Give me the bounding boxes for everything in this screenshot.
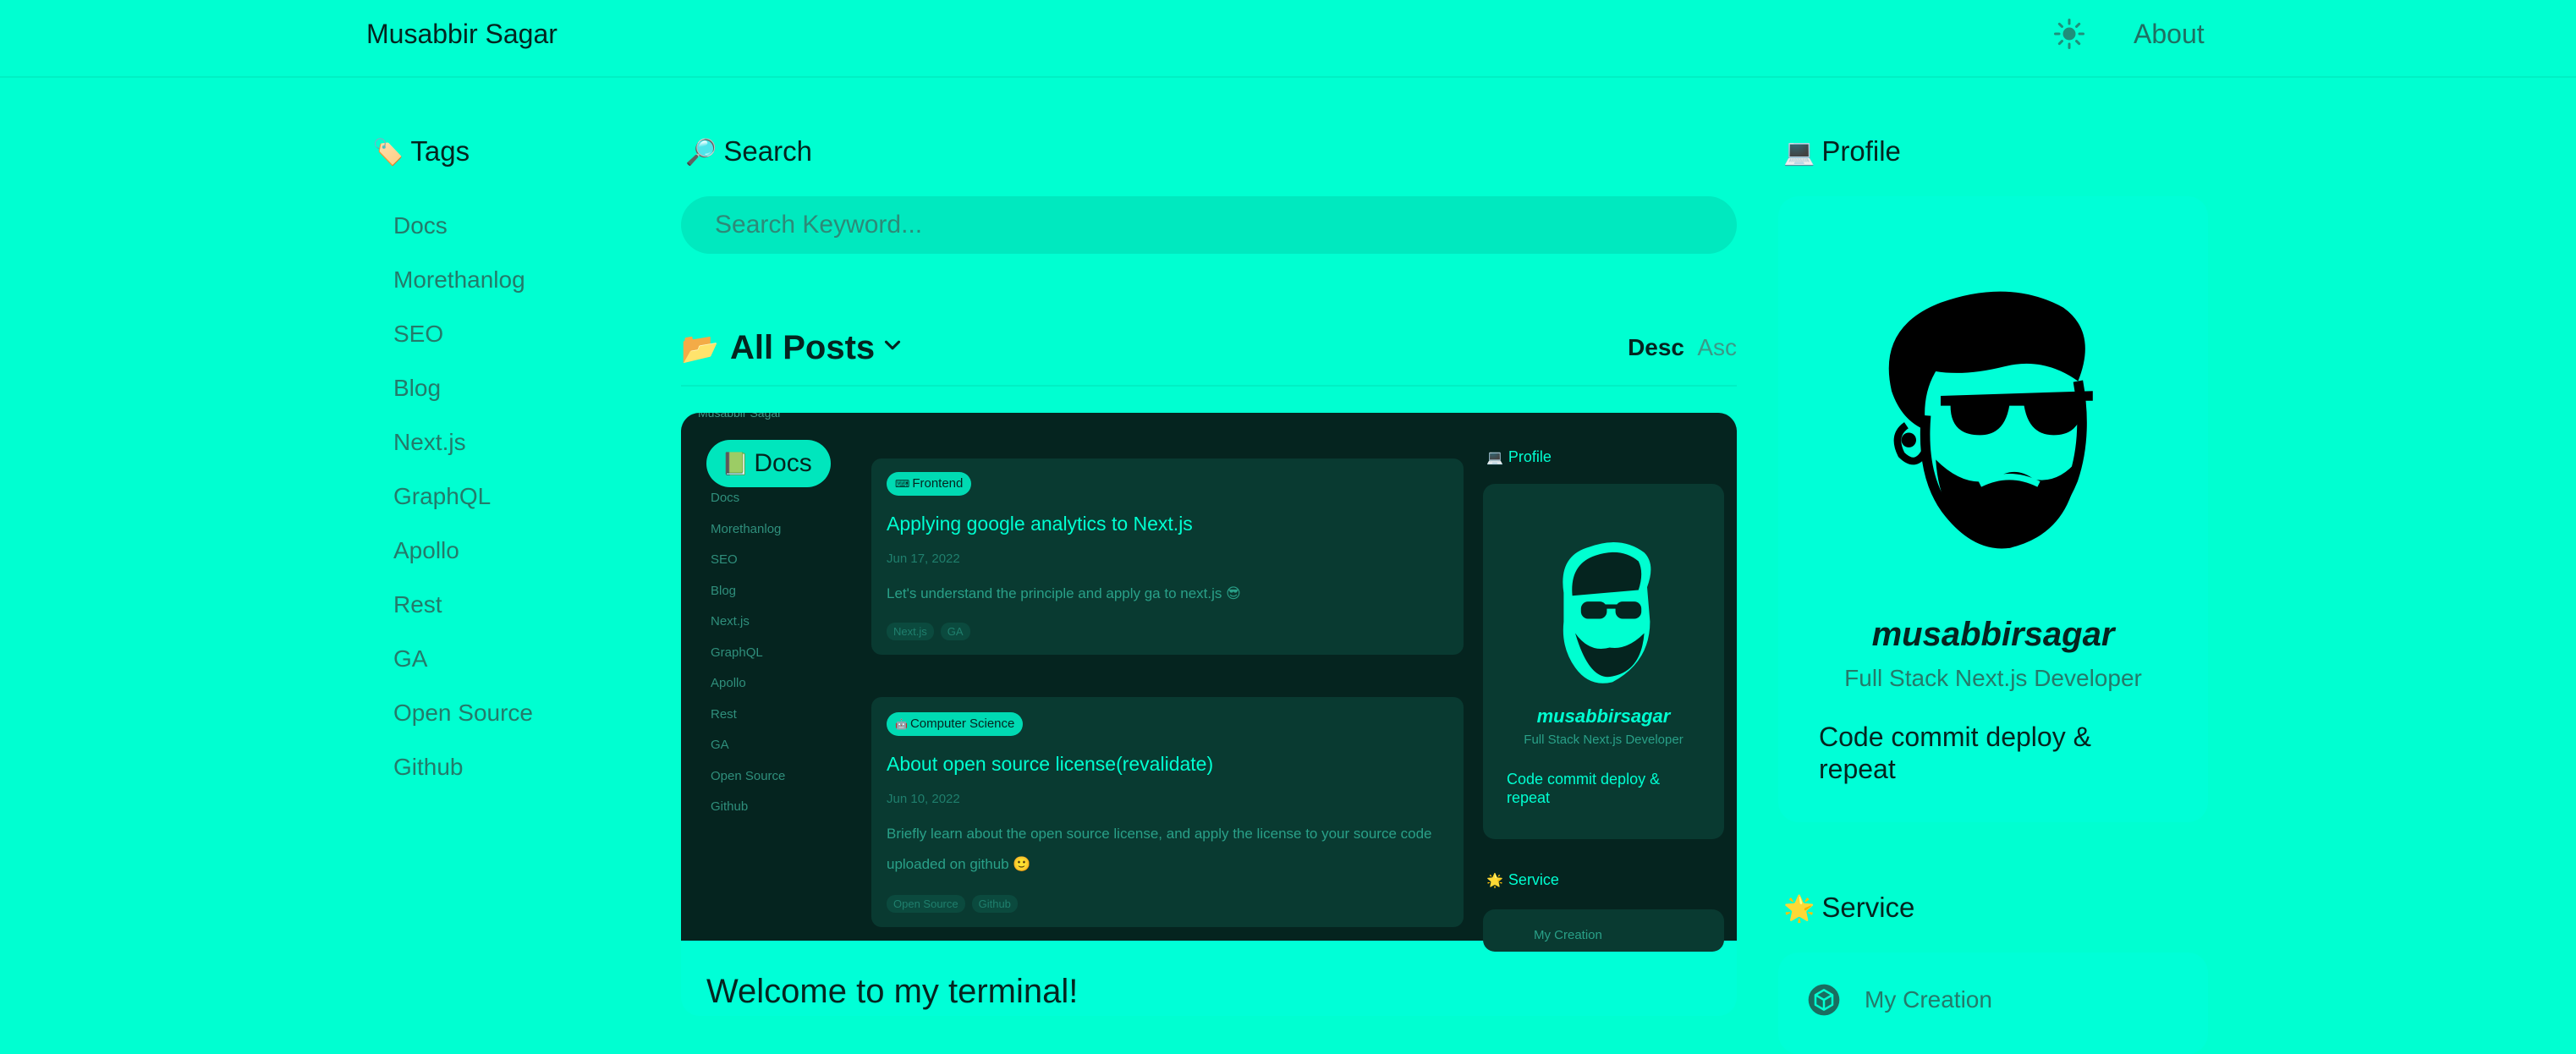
thumbnail-post-tags: Open Source Github	[887, 895, 1024, 913]
tag-item[interactable]: Blog	[393, 374, 533, 428]
sort-asc-button[interactable]: Asc	[1697, 334, 1737, 361]
laptop-icon: 💻	[1486, 449, 1503, 465]
thumbnail-tag: SEO	[711, 552, 738, 567]
thumbnail-post-summary: Briefly learn about the open source lice…	[887, 826, 1432, 872]
post-title[interactable]: Welcome to my terminal!	[706, 973, 1078, 1011]
tag-item[interactable]: GraphQL	[393, 482, 533, 536]
post-category-label: Docs	[754, 449, 812, 477]
book-icon: 📗	[722, 452, 750, 477]
thumbnail-profile-card: musabbirsagar Full Stack Next.js Develop…	[1483, 484, 1724, 839]
thumbnail-post-tags: Next.js GA	[887, 623, 977, 640]
thumbnail-post-title: About open source license(revalidate)	[887, 753, 1214, 775]
thumbnail-profile-name: musabbirsagar	[1536, 705, 1671, 727]
thumbnail-post-date: Jun 17, 2022	[887, 552, 960, 566]
tag-item[interactable]: Docs	[393, 211, 533, 266]
avatar	[1888, 291, 2093, 549]
sun-icon[interactable]	[2054, 19, 2084, 49]
tag-item[interactable]: Morethanlog	[393, 266, 533, 320]
posts-title[interactable]: All Posts	[730, 329, 875, 367]
chevron-down-icon[interactable]	[880, 332, 905, 358]
tags-heading: 🏷️ Tags	[372, 135, 470, 167]
thumbnail-tag: Blog	[711, 583, 737, 598]
thumbnail-tag: Github	[711, 799, 749, 814]
sparkle-icon: 🌟	[1783, 894, 1815, 924]
open-folder-icon: 📂	[681, 332, 719, 366]
tag-item[interactable]: Github	[393, 753, 533, 807]
tag-item[interactable]: Apollo	[393, 536, 533, 590]
thumbnail-profile-role: Full Stack Next.js Developer	[1524, 733, 1683, 747]
top-nav: Musabbir Sagar About	[0, 0, 2576, 78]
thumbnail-tag: Apollo	[711, 676, 746, 690]
tag-item[interactable]: Next.js	[393, 428, 533, 482]
thumbnail-tag: Open Source	[711, 768, 786, 783]
thumbnail-post-summary: Let's understand the principle and apply…	[887, 585, 1241, 601]
thumbnail-brand: Musabbir Sagar	[698, 413, 782, 420]
tag-item[interactable]: SEO	[393, 320, 533, 374]
tag-icon: 🏷️	[372, 138, 404, 167]
keyboard-icon: ⌨	[895, 478, 910, 490]
post-card[interactable]: Musabbir Sagar Docs Morethanlog SEO Blog…	[681, 413, 1737, 1016]
robot-icon: 🤖	[895, 718, 908, 730]
thumbnail-tag: GA	[711, 738, 729, 752]
about-link[interactable]: About	[2134, 19, 2205, 50]
thumbnail-tag: Next.js	[711, 614, 750, 629]
tag-item[interactable]: Open Source	[393, 699, 533, 753]
sort-desc-button[interactable]: Desc	[1628, 334, 1684, 361]
profile-role: Full Stack Next.js Developer	[1844, 665, 2142, 691]
search-heading: 🔎 Search	[685, 135, 812, 167]
tag-list: Docs Morethanlog SEO Blog Next.js GraphQ…	[393, 211, 533, 807]
thumbnail-tag-list: Docs Morethanlog SEO Blog Next.js GraphQ…	[711, 491, 785, 831]
tags-heading-label: Tags	[410, 135, 470, 167]
thumbnail-service-item: My Creation	[1534, 928, 1602, 942]
thumbnail-tag: Docs	[711, 491, 740, 505]
thumbnail-post: 🤖 Computer Science About open source lice…	[871, 697, 1464, 927]
post-thumbnail: Musabbir Sagar Docs Morethanlog SEO Blog…	[681, 413, 1737, 952]
service-heading-label: Service	[1821, 892, 1915, 923]
search-heading-label: Search	[723, 135, 812, 167]
sparkle-icon: 🌟	[1486, 872, 1503, 888]
profile-card: musabbirsagar Full Stack Next.js Develop…	[1778, 196, 2208, 822]
thumbnail-profile-bio: Code commit deploy & repeat	[1507, 771, 1661, 806]
thumbnail-service-card: My Creation	[1483, 909, 1724, 952]
thumbnail-tag: Rest	[711, 706, 737, 722]
tag-item[interactable]: GA	[393, 645, 533, 699]
magnifier-icon: 🔎	[685, 138, 717, 167]
post-category-badge[interactable]: 📗 Docs	[706, 440, 831, 487]
thumbnail-post-title: Applying google analytics to Next.js	[887, 513, 1193, 535]
thumbnail-tag: GraphQL	[711, 645, 763, 660]
thumbnail-post-date: Jun 10, 2022	[887, 792, 960, 806]
search-input[interactable]	[681, 196, 1737, 254]
posts-header: 📂 All Posts Desc Asc	[681, 326, 1737, 387]
profile-heading: 💻 Profile	[1783, 135, 1901, 167]
thumbnail-service-heading: 🌟 Service	[1486, 871, 1559, 888]
thumbnail-tag: Morethanlog	[711, 521, 782, 536]
profile-name: musabbirsagar	[1871, 616, 2115, 653]
cube-icon	[1808, 984, 1840, 1016]
profile-bio: Code commit deploy & repeat	[1819, 722, 2091, 784]
service-card[interactable]: My Creation	[1778, 952, 2208, 1054]
profile-heading-label: Profile	[1821, 135, 1901, 167]
service-heading: 🌟 Service	[1783, 892, 1914, 924]
service-item-label[interactable]: My Creation	[1865, 986, 1992, 1013]
thumbnail-category-chip: ⌨ Frontend	[887, 472, 972, 496]
thumbnail-profile-heading: 💻 Profile	[1486, 448, 1552, 465]
site-brand[interactable]: Musabbir Sagar	[366, 19, 557, 50]
laptop-icon: 💻	[1783, 138, 1815, 167]
thumbnail-category-chip: 🤖 Computer Science	[887, 712, 1024, 736]
avatar-icon	[1563, 542, 1651, 683]
tag-item[interactable]: Rest	[393, 590, 533, 645]
thumbnail-post: ⌨ Frontend Applying google analytics to N…	[871, 458, 1464, 655]
